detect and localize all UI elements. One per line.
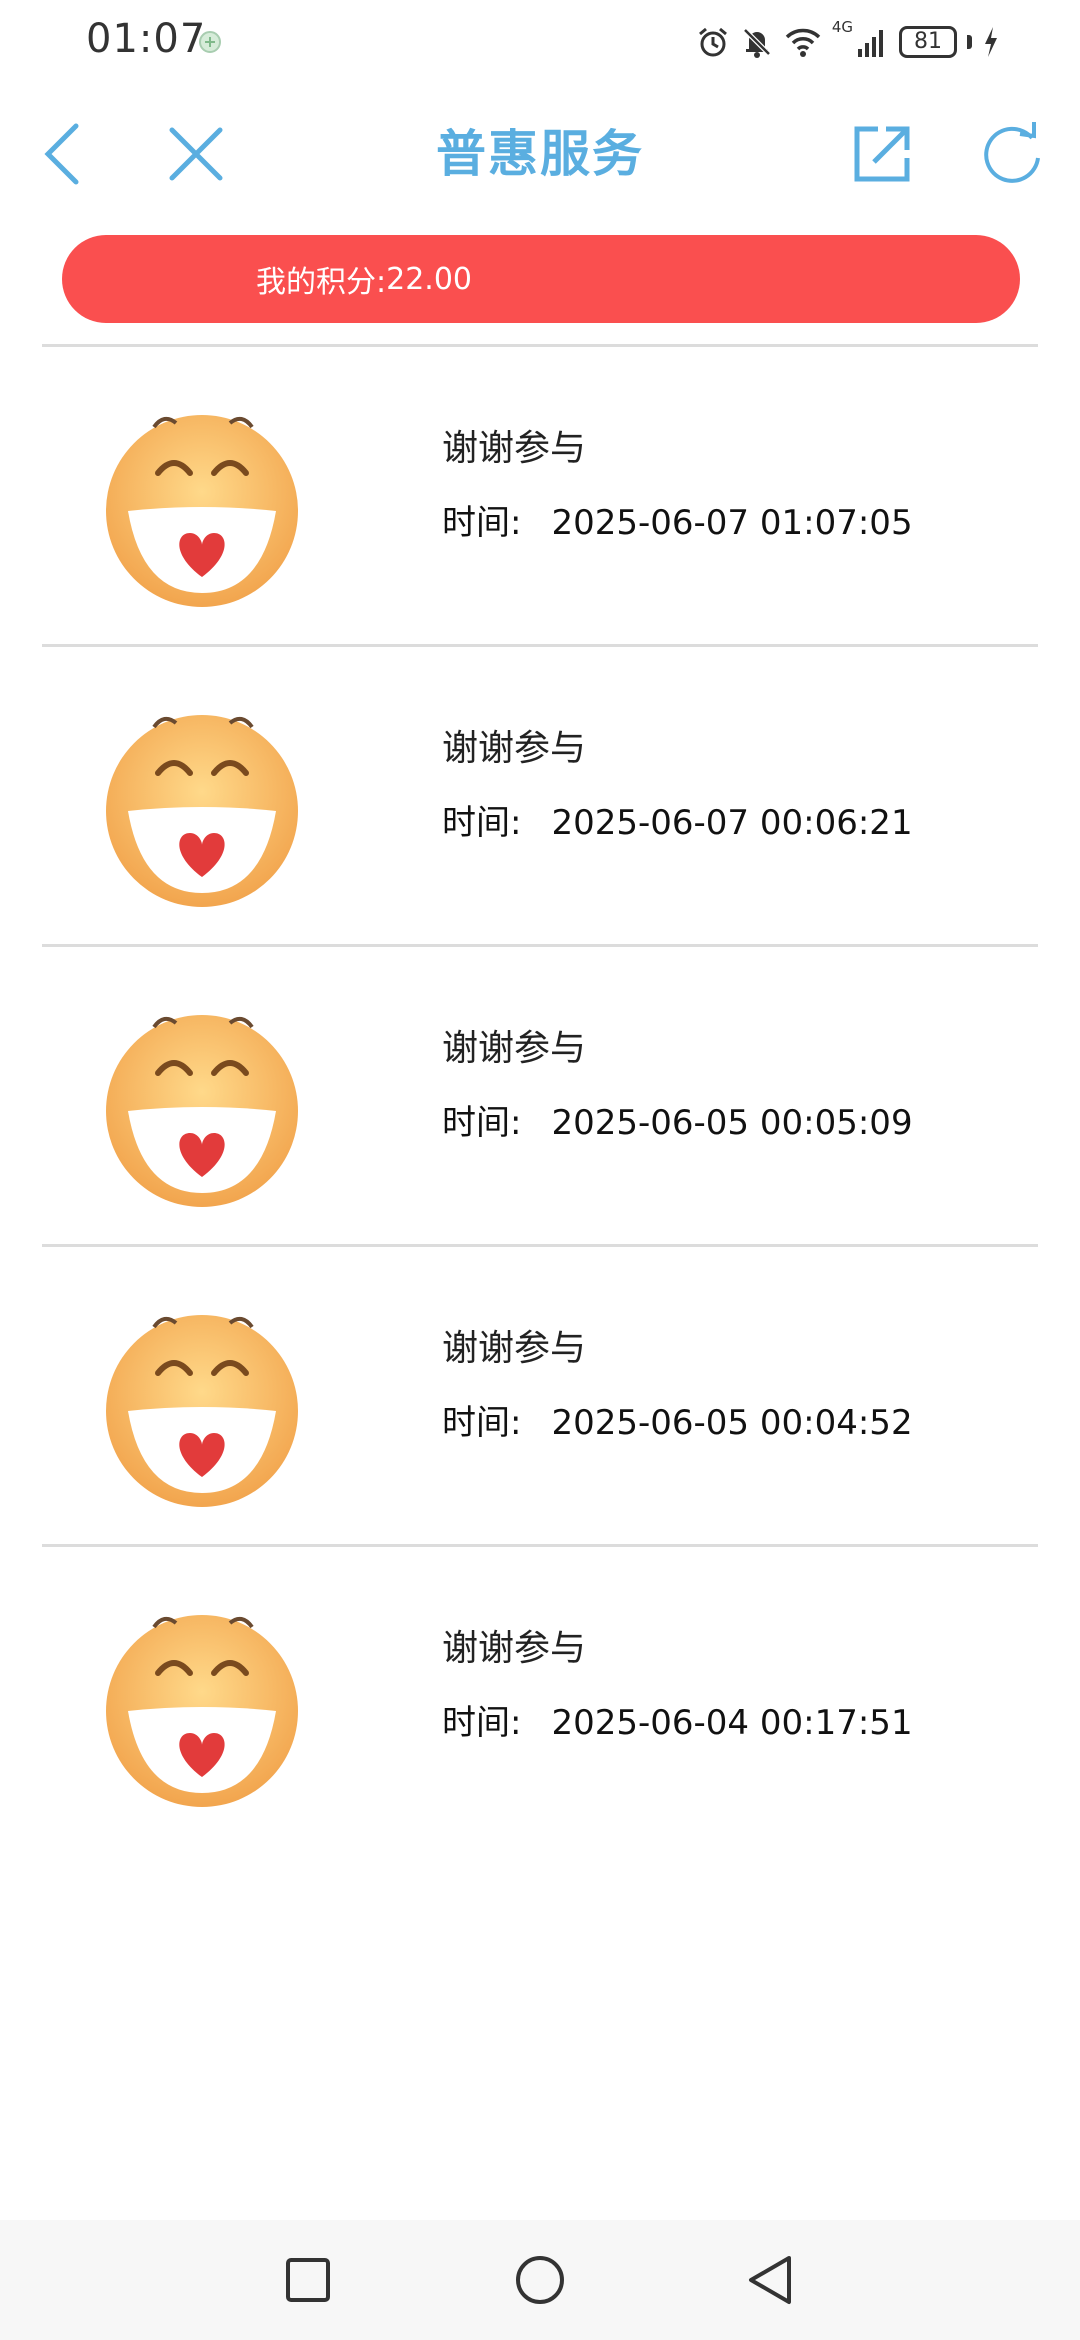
- records-list: 谢谢参与 时间: 2025-06-07 01:07:05 谢谢参与 时间: 2025…: [42, 344, 1038, 1844]
- list-item: 谢谢参与 时间: 2025-06-05 00:05:09: [42, 944, 1038, 1244]
- battery-tip: [967, 35, 972, 49]
- item-time: 时间: 2025-06-04 00:17:51: [442, 1695, 913, 1744]
- smiley-heart-icon: [106, 1315, 298, 1507]
- list-item: 谢谢参与 时间: 2025-06-07 00:06:21: [42, 644, 1038, 944]
- status-bar: 01:07 4G 81: [0, 0, 1080, 84]
- time-label: 时间:: [442, 1403, 522, 1443]
- back-button[interactable]: [22, 114, 102, 194]
- recents-square-icon: [286, 2258, 330, 2302]
- battery-indicator: 81: [899, 26, 957, 58]
- item-title: 谢谢参与: [442, 1328, 587, 1369]
- external-link-icon: [854, 126, 910, 182]
- status-icons: 4G 81: [696, 18, 1000, 66]
- home-button[interactable]: [510, 2250, 570, 2310]
- item-time: 时间: 2025-06-07 01:07:05: [442, 495, 913, 544]
- time-label: 时间:: [442, 1103, 522, 1143]
- points-banner: 我的积分: 22.00: [62, 235, 1020, 323]
- home-circle-icon: [516, 2256, 564, 2304]
- recents-button[interactable]: [278, 2250, 338, 2310]
- list-item: 谢谢参与 时间: 2025-06-05 00:04:52: [42, 1244, 1038, 1544]
- close-icon: [169, 127, 223, 181]
- system-nav-bar: [0, 2220, 1080, 2340]
- item-time: 时间: 2025-06-05 00:05:09: [442, 1095, 913, 1144]
- status-time: 01:07: [86, 16, 207, 62]
- item-time: 时间: 2025-06-07 00:06:21: [442, 795, 913, 844]
- time-value: 2025-06-04 00:17:51: [551, 1703, 913, 1743]
- time-label: 时间:: [442, 803, 522, 843]
- item-title: 谢谢参与: [442, 728, 587, 769]
- time-label: 时间:: [442, 1703, 522, 1743]
- chevron-left-icon: [44, 123, 79, 185]
- points-label: 我的积分:: [256, 265, 387, 300]
- time-value: 2025-06-05 00:04:52: [551, 1403, 913, 1443]
- time-label: 时间:: [442, 503, 522, 543]
- alarm-icon: [698, 27, 727, 57]
- network-type-label: 4G: [831, 18, 853, 36]
- list-item: 谢谢参与 时间: 2025-06-04 00:17:51: [42, 1544, 1038, 1844]
- share-button[interactable]: [842, 114, 922, 194]
- smiley-heart-icon: [106, 1615, 298, 1807]
- item-title: 谢谢参与: [442, 1628, 587, 1669]
- item-title: 谢谢参与: [442, 1028, 587, 1069]
- time-value: 2025-06-07 01:07:05: [551, 503, 913, 543]
- time-value: 2025-06-05 00:05:09: [551, 1103, 913, 1143]
- charging-bolt-icon: [985, 27, 997, 57]
- back-nav-button[interactable]: [740, 2250, 800, 2310]
- list-item: 谢谢参与 时间: 2025-06-07 01:07:05: [42, 344, 1038, 644]
- close-button[interactable]: [156, 114, 236, 194]
- wifi-icon: [785, 28, 821, 57]
- signal-icon: [858, 30, 883, 57]
- battery-level: 81: [914, 29, 942, 54]
- notification-dot-icon: [199, 31, 221, 53]
- smiley-heart-icon: [106, 715, 298, 907]
- smiley-heart-icon: [106, 415, 298, 607]
- title-bar: 普惠服务: [0, 84, 1080, 208]
- bell-muted-icon: [743, 28, 771, 58]
- time-value: 2025-06-07 00:06:21: [551, 803, 913, 843]
- points-value: 22.00: [386, 261, 472, 297]
- refresh-icon: [984, 122, 1040, 183]
- item-time: 时间: 2025-06-05 00:04:52: [442, 1395, 913, 1444]
- smiley-heart-icon: [106, 1015, 298, 1207]
- item-title: 谢谢参与: [442, 428, 587, 469]
- back-triangle-icon: [749, 2256, 791, 2304]
- refresh-button[interactable]: [972, 114, 1052, 194]
